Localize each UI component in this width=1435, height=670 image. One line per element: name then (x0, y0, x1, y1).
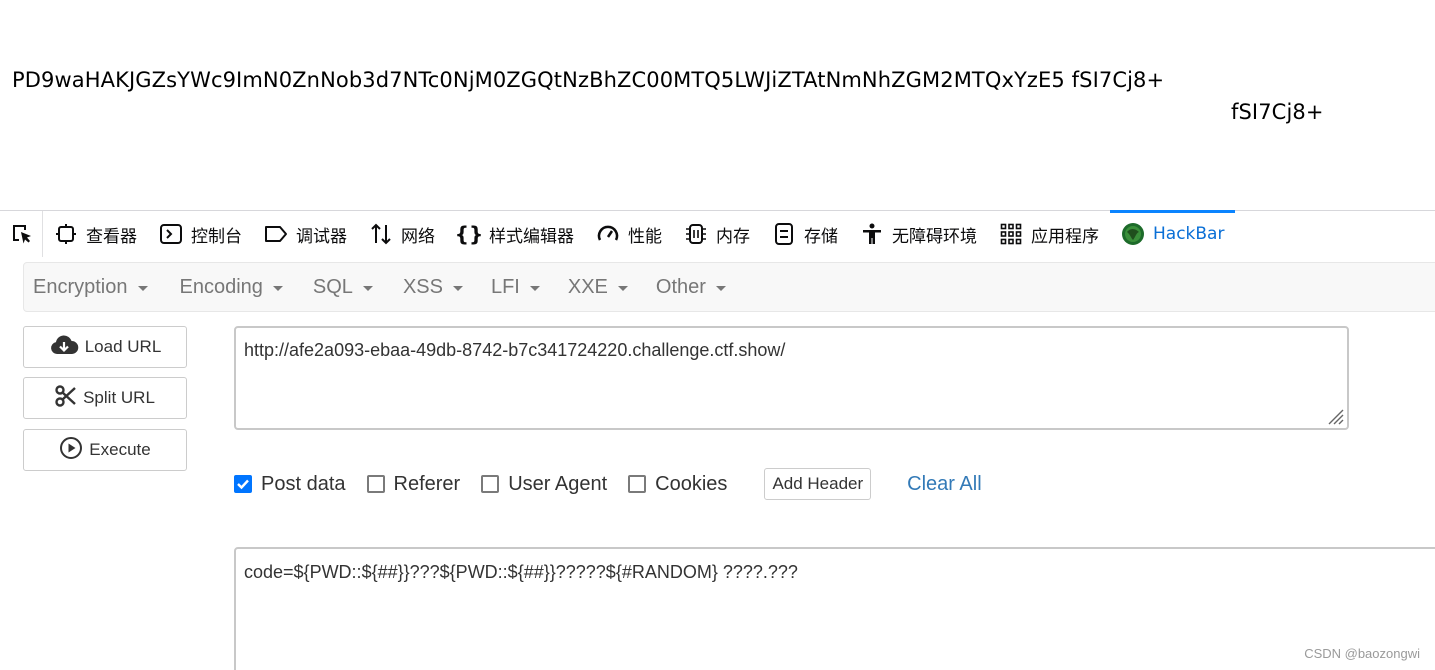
inspector-icon (54, 222, 78, 246)
hackbar-panel: Encryption Encoding SQL XSS LFI XXE Othe… (0, 257, 1435, 670)
load-url-label: Load URL (84, 337, 162, 356)
post-data-value: code=${PWD::${##}}???${PWD::${##}}?????$… (244, 562, 798, 582)
user-agent-checkbox[interactable]: User Agent (481, 473, 607, 496)
post-data-textarea[interactable]: code=${PWD::${##}}???${PWD::${##}}?????$… (234, 547, 1435, 670)
tab-label: 性能 (628, 226, 662, 247)
split-url-button[interactable]: Split URL (23, 377, 187, 419)
tab-label: 控制台 (191, 226, 242, 247)
checkbox-checked-icon[interactable] (234, 475, 252, 493)
post-data-checkbox[interactable]: Post data (234, 473, 346, 496)
tab-application[interactable]: 应用程序 (988, 211, 1110, 257)
element-picker-button[interactable] (0, 211, 43, 257)
menu-label: Other (655, 275, 706, 298)
menu-encoding[interactable]: Encoding (171, 276, 292, 299)
tab-storage[interactable]: 存储 (761, 211, 849, 257)
tab-label: 无障碍环境 (892, 226, 977, 247)
tab-inspector[interactable]: 查看器 (43, 211, 148, 257)
output-text-line-1: PD9waHAKJGZsYWc9ImN0ZnNob3d7NTc0NjM0ZGQt… (12, 68, 1165, 92)
menu-label: Encoding (179, 275, 263, 298)
checkbox-icon[interactable] (628, 475, 647, 493)
clear-all-link[interactable]: Clear All (907, 473, 981, 496)
console-icon (159, 222, 183, 246)
menu-sql[interactable]: SQL (304, 276, 382, 299)
post-data-label: Post data (261, 472, 346, 495)
tab-label: 存储 (804, 226, 838, 247)
menu-label: XSS (402, 275, 443, 298)
referer-label: Referer (393, 472, 461, 495)
caret-down-icon (617, 285, 628, 291)
scissors-icon (55, 384, 77, 412)
menu-encryption[interactable]: Encryption (24, 276, 157, 299)
caret-down-icon (137, 285, 148, 291)
element-picker-icon (10, 222, 34, 246)
tab-performance[interactable]: 性能 (585, 211, 673, 257)
caret-down-icon (452, 285, 463, 291)
tab-accessibility[interactable]: 无障碍环境 (849, 211, 988, 257)
tab-label: 样式编辑器 (489, 226, 574, 247)
cookies-label: Cookies (655, 472, 728, 495)
resize-grip-icon[interactable] (1323, 404, 1345, 426)
hackbar-icon (1121, 222, 1145, 246)
menu-xxe[interactable]: XXE (559, 276, 637, 299)
menu-label: XXE (567, 275, 608, 298)
menu-label: LFI (490, 275, 520, 298)
application-icon (999, 222, 1023, 246)
output-text-line-2: fSI7Cj8+ (1231, 100, 1324, 124)
caret-down-icon (715, 285, 726, 291)
menu-other[interactable]: Other (647, 276, 735, 299)
url-textarea[interactable]: http://afe2a093-ebaa-49db-8742-b7c341724… (234, 326, 1349, 430)
cookies-checkbox[interactable]: Cookies (628, 473, 727, 496)
play-circle-icon (59, 436, 83, 465)
url-value: http://afe2a093-ebaa-49db-8742-b7c341724… (244, 340, 786, 360)
menu-lfi[interactable]: LFI (482, 276, 549, 299)
tab-memory[interactable]: 内存 (673, 211, 761, 257)
debugger-icon (264, 222, 288, 246)
referer-checkbox[interactable]: Referer (366, 472, 461, 496)
menu-label: SQL (312, 275, 353, 298)
load-url-button[interactable]: Load URL (23, 326, 187, 368)
tab-style-editor[interactable]: {} 样式编辑器 (446, 211, 585, 257)
options-row: Post data Referer User Agent Cookies Add… (234, 467, 982, 501)
tab-network[interactable]: 网络 (358, 211, 446, 257)
tab-label: 调试器 (296, 226, 347, 247)
storage-icon (772, 222, 796, 246)
add-header-button[interactable]: Add Header (764, 468, 872, 500)
checkbox-icon[interactable] (366, 475, 385, 493)
split-url-label: Split URL (83, 388, 155, 407)
style-editor-icon: {} (454, 222, 484, 246)
performance-icon (596, 222, 620, 246)
hackbar-menubar: Encryption Encoding SQL XSS LFI XXE Othe… (23, 262, 1435, 312)
menu-label: Encryption (33, 275, 128, 298)
tab-label: 查看器 (86, 226, 137, 247)
execute-button[interactable]: Execute (23, 429, 187, 471)
devtools-toolbar: 查看器 控制台 调试器 网络 {} 样式编辑器 性能 内存 存储 无障碍环境 应… (0, 210, 1435, 257)
accessibility-icon (860, 222, 884, 246)
page-output: PD9waHAKJGZsYWc9ImN0ZnNob3d7NTc0NjM0ZGQt… (0, 0, 1435, 210)
tab-label: 网络 (401, 226, 435, 247)
tab-label: 应用程序 (1031, 226, 1099, 247)
tab-label: HackBar (1153, 224, 1225, 244)
caret-down-icon (272, 285, 283, 291)
caret-down-icon (362, 285, 373, 291)
caret-down-icon (529, 285, 540, 291)
memory-icon (684, 222, 708, 246)
tab-label: 内存 (716, 226, 750, 247)
execute-label: Execute (89, 440, 151, 459)
user-agent-label: User Agent (508, 472, 608, 495)
tab-debugger[interactable]: 调试器 (253, 211, 358, 257)
menu-xss[interactable]: XSS (394, 276, 472, 299)
cloud-download-icon (49, 334, 79, 361)
tab-console[interactable]: 控制台 (148, 211, 253, 257)
tab-hackbar[interactable]: HackBar (1110, 210, 1236, 257)
checkbox-icon[interactable] (481, 475, 500, 493)
network-icon (369, 222, 393, 246)
watermark: CSDN @baozongwi (1304, 646, 1420, 661)
